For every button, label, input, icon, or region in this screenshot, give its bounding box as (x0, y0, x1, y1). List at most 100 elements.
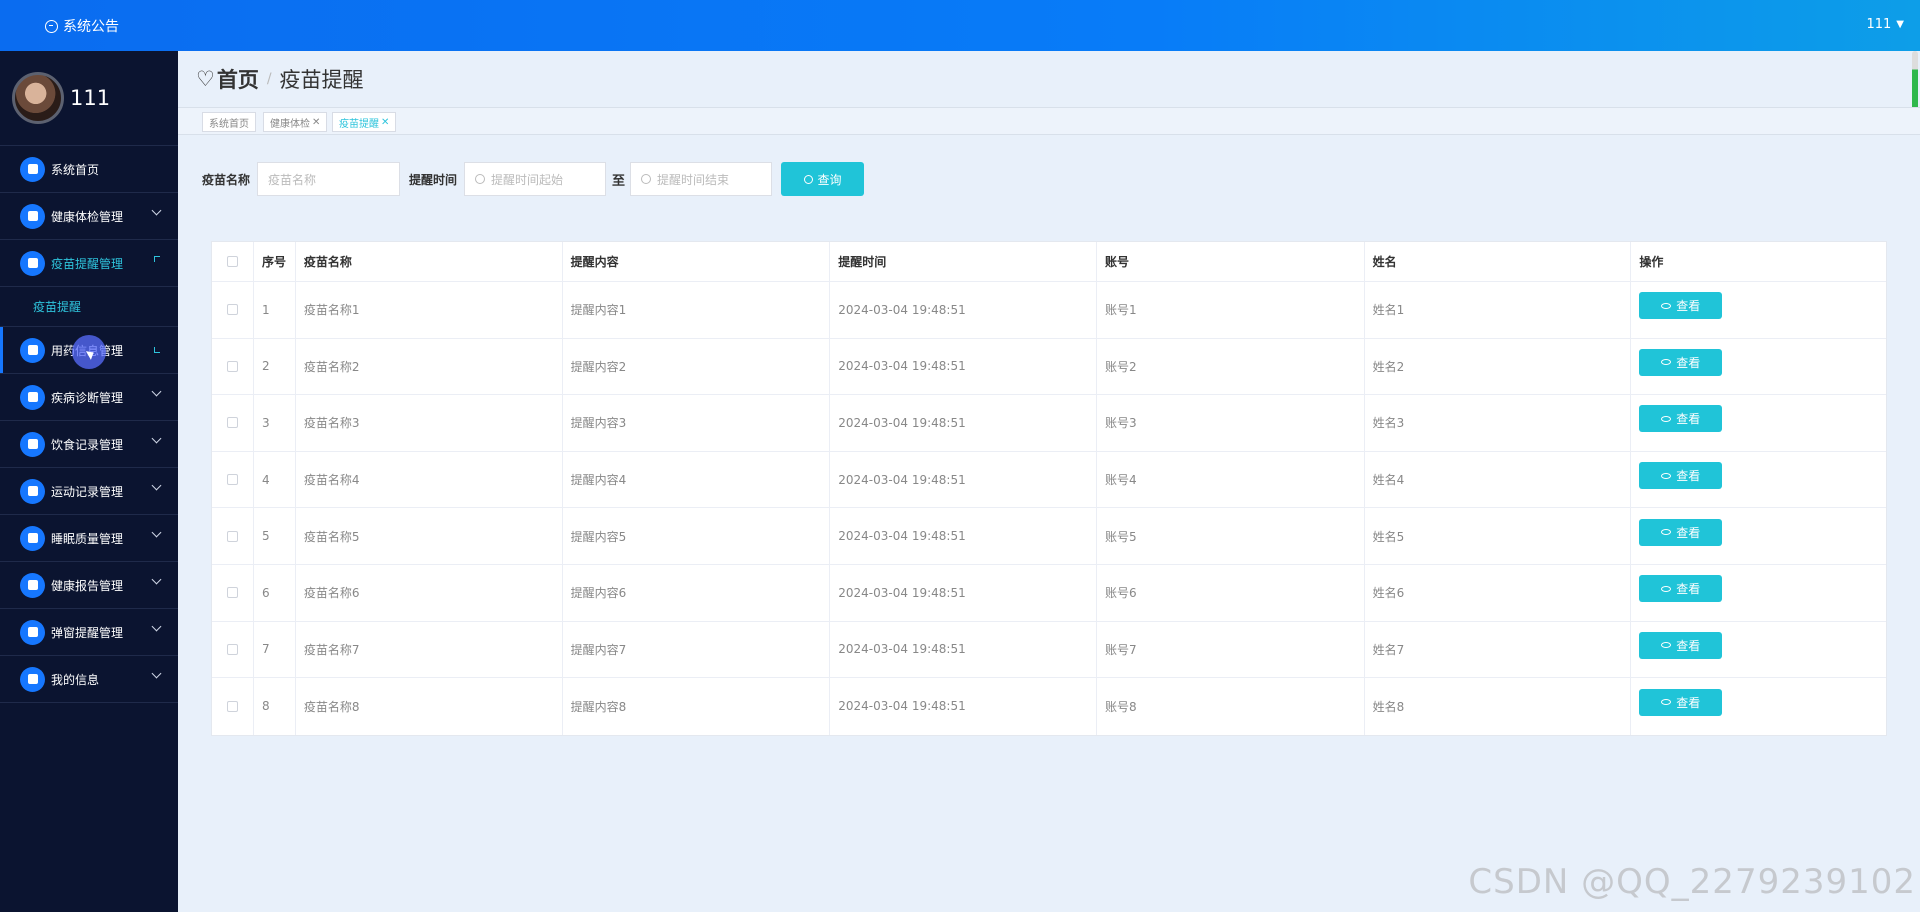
table-cell-person: 姓名6 (1365, 564, 1632, 621)
view-button[interactable]: 查看 (1639, 405, 1723, 433)
sidebar-item[interactable]: 饮食记录管理 (0, 421, 178, 468)
eye-icon (1661, 359, 1672, 366)
table-cell-account: 账号5 (1097, 508, 1365, 564)
select-cell (212, 451, 254, 508)
row-checkbox[interactable] (226, 530, 238, 542)
sidebar-item-label: 系统首页 (51, 162, 100, 177)
sidebar-item-label: 睡眠质量管理 (51, 531, 124, 546)
sidebar-item[interactable]: 睡眠质量管理 (0, 515, 178, 562)
close-icon[interactable]: ✕ (381, 117, 389, 128)
sidebar-item[interactable]: 疾病诊断管理 (0, 374, 178, 421)
sidebar-item[interactable]: 运动记录管理 (0, 468, 178, 515)
table-row: 6 疫苗名称6 提醒内容6 2024-03-04 19:48:51 账号6 姓名6 查看 (212, 564, 1886, 622)
row-checkbox[interactable] (226, 417, 238, 429)
table-cell-index: 6 (254, 564, 296, 621)
chevron-down-icon (151, 621, 162, 632)
view-button-label: 查看 (1676, 695, 1701, 710)
table-cell-person: 姓名1 (1365, 282, 1632, 338)
table-cell-account: 账号2 (1097, 338, 1365, 395)
view-button[interactable]: 查看 (1639, 518, 1723, 546)
table-cell-name: 疫苗名称1 (296, 282, 563, 338)
view-button-label: 查看 (1676, 638, 1701, 653)
sidebar-item[interactable]: 健康体检管理 (0, 193, 178, 240)
monitor-icon (20, 619, 45, 645)
column-header: 提醒时间 (830, 242, 1097, 281)
vaccine-name-input[interactable]: 疫苗名称 (257, 162, 401, 196)
select-cell (212, 678, 254, 735)
table-cell-content: 提醒内容1 (563, 282, 831, 338)
view-button[interactable]: 查看 (1639, 688, 1723, 716)
table-cell-time: 2024-03-04 19:48:51 (830, 338, 1097, 395)
view-button[interactable]: 查看 (1639, 575, 1723, 603)
submenu-item-vaccine-reminder[interactable]: 疫苗提醒 (0, 287, 178, 327)
table-cell-name: 疫苗名称4 (296, 451, 563, 508)
start-time-input[interactable]: 提醒时间起始 (464, 162, 607, 196)
eye-icon (1661, 529, 1672, 536)
end-time-input[interactable]: 提醒时间结束 (630, 162, 773, 196)
pill-icon (20, 337, 45, 363)
sidebar-item[interactable]: 弹窗提醒管理 (0, 609, 178, 656)
breadcrumb-home[interactable]: 首页 (217, 64, 259, 94)
sidebar-item-label: 疾病诊断管理 (51, 390, 124, 405)
select-cell (212, 282, 254, 338)
sidebar-item-label: 饮食记录管理 (51, 437, 124, 452)
table-cell-content: 提醒内容5 (563, 508, 831, 564)
row-checkbox[interactable] (226, 360, 238, 372)
row-checkbox[interactable] (226, 474, 238, 486)
table-cell-index: 8 (254, 678, 296, 735)
scrollbar[interactable] (1912, 51, 1918, 113)
row-checkbox[interactable] (226, 643, 238, 655)
vaccine-name-label: 疫苗名称 (202, 172, 251, 187)
scrollbar-thumb[interactable] (1912, 51, 1918, 113)
view-button-label: 查看 (1676, 299, 1701, 314)
table-header: 序号 疫苗名称 提醒内容 提醒时间 账号 姓名 操作 (212, 242, 1886, 282)
eye-icon (1661, 642, 1672, 649)
system-notice-label: 系统公告 (63, 19, 119, 35)
table-cell-time: 2024-03-04 19:48:51 (830, 564, 1097, 621)
sidebar-item[interactable]: 用药信息管理 (0, 327, 178, 374)
sidebar-item[interactable]: 健康报告管理 (0, 562, 178, 609)
table-cell-time: 2024-03-04 19:48:51 (830, 451, 1097, 508)
start-time-placeholder: 提醒时间起始 (491, 172, 564, 187)
grid-icon (20, 250, 45, 276)
view-button[interactable]: 查看 (1639, 631, 1723, 659)
sidebar-item[interactable]: 疫苗提醒管理 (0, 240, 178, 287)
clock-icon (475, 174, 486, 184)
tag-system-home[interactable]: 系统首页 (202, 112, 256, 132)
tag-vaccine-reminder[interactable]: 疫苗提醒 ✕ (332, 112, 397, 132)
vaccine-name-placeholder: 疫苗名称 (268, 172, 317, 187)
tag-label: 系统首页 (209, 118, 249, 130)
view-button[interactable]: 查看 (1639, 292, 1723, 320)
tag-health-check[interactable]: 健康体检 ✕ (263, 112, 328, 132)
table-cell-time: 2024-03-04 19:48:51 (830, 395, 1097, 451)
sidebar-item-label: 弹窗提醒管理 (51, 625, 124, 640)
chevron-down-icon (151, 668, 162, 679)
table-cell-account: 账号3 (1097, 395, 1365, 451)
sidebar-item-label: 运动记录管理 (51, 484, 124, 499)
sidebar-item[interactable]: 我的信息 (0, 656, 178, 703)
query-button[interactable]: 查询 (781, 162, 865, 196)
user-menu[interactable]: 111 ▼ (1866, 17, 1904, 32)
table-cell-name: 疫苗名称7 (296, 621, 563, 678)
table-cell-name: 疫苗名称3 (296, 395, 563, 451)
view-button[interactable]: 查看 (1639, 462, 1723, 490)
row-checkbox[interactable] (226, 304, 238, 316)
table-cell-content: 提醒内容6 (563, 564, 831, 621)
table-cell-person: 姓名7 (1365, 621, 1632, 678)
tags-bar: 系统首页 健康体检 ✕ 疫苗提醒 ✕ (178, 107, 1920, 135)
main-content: ♡ 首页 / 疫苗提醒 系统首页 健康体检 ✕ 疫苗提醒 ✕ 疫苗名称 疫苗名称… (178, 51, 1920, 912)
sidebar-item-label: 我的信息 (51, 672, 100, 687)
select-all-checkbox[interactable] (226, 256, 238, 267)
row-checkbox[interactable] (226, 587, 238, 599)
table-cell-person: 姓名2 (1365, 338, 1632, 395)
message-icon (45, 19, 58, 33)
sidebar-item[interactable]: 系统首页 (0, 146, 178, 193)
table-row: 5 疫苗名称5 提醒内容5 2024-03-04 19:48:51 账号5 姓名5 查看 (212, 508, 1886, 565)
eye-icon (1661, 585, 1672, 592)
row-checkbox[interactable] (226, 700, 238, 712)
system-notice-link[interactable]: 系统公告 (45, 16, 119, 36)
view-button[interactable]: 查看 (1639, 348, 1723, 376)
table-cell-time: 2024-03-04 19:48:51 (830, 678, 1097, 735)
chevron-down-icon (151, 527, 162, 538)
close-icon[interactable]: ✕ (312, 117, 320, 128)
